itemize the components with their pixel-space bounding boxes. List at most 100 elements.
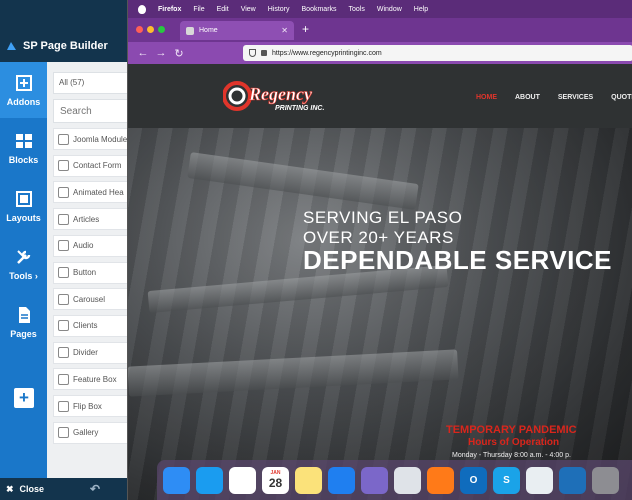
back-arrow-icon[interactable]: ←	[134, 47, 152, 59]
notes-icon[interactable]	[295, 466, 322, 494]
addon-label: Carousel	[73, 294, 106, 304]
addon-search-input[interactable]	[53, 99, 130, 123]
outlook-icon[interactable]: O	[460, 466, 487, 494]
add-page-button[interactable]: +	[14, 388, 34, 408]
skype-icon[interactable]: S	[493, 466, 520, 494]
hero-roller	[128, 349, 459, 397]
hero-line-1: SERVING EL PASO	[303, 208, 463, 227]
addon-item[interactable]: Animated Hea	[53, 181, 130, 204]
addon-item[interactable]: Feature Box	[53, 368, 130, 391]
page-icon	[18, 307, 30, 323]
stack-icon[interactable]	[361, 466, 388, 494]
logo-sub-text: PRINTING INC.	[275, 105, 324, 112]
tab-title: Home	[199, 27, 218, 34]
site-nav-about[interactable]: ABOUT	[515, 94, 540, 101]
window-icon[interactable]	[526, 466, 553, 494]
url-bar[interactable]: https://www.regencyprintinginc.com	[243, 45, 632, 61]
logo-main-text: Regency	[248, 84, 313, 104]
addon-label: Flip Box	[73, 401, 102, 411]
site-nav-services[interactable]: SERVICES	[558, 94, 593, 101]
apple-icon[interactable]	[138, 4, 146, 14]
reload-icon[interactable]: ↻	[170, 47, 188, 60]
menu-help[interactable]: Help	[414, 6, 428, 13]
forward-arrow-icon[interactable]: →	[152, 47, 170, 59]
addon-icon	[58, 427, 69, 439]
addon-icon	[58, 347, 69, 359]
addon-item[interactable]: Articles	[53, 208, 130, 231]
tab-home[interactable]: Home ✕	[180, 21, 294, 40]
tab-close-icon[interactable]: ✕	[281, 26, 288, 35]
safari-icon[interactable]	[196, 466, 223, 494]
addon-icon	[58, 320, 69, 332]
rail-item-layouts[interactable]: Layouts	[0, 178, 47, 234]
addon-icon	[58, 293, 69, 305]
addon-label: Articles	[73, 214, 100, 224]
dock-icon-glyph: S	[503, 474, 510, 486]
addon-label: Clients	[73, 321, 98, 331]
firefox-icon[interactable]	[427, 466, 454, 494]
undo-icon[interactable]: ↶	[90, 482, 100, 496]
site-nav-quote-r[interactable]: QUOTE R	[611, 94, 632, 101]
rail-item-label: Addons	[6, 97, 41, 107]
menu-file[interactable]: File	[193, 6, 204, 13]
addon-label: Joomla Module	[73, 134, 128, 144]
addon-icon	[58, 213, 69, 225]
rail-item-blocks[interactable]: Blocks	[0, 120, 47, 176]
addon-icon	[58, 133, 69, 145]
chrome-icon[interactable]	[229, 466, 256, 494]
close-button[interactable]: Close	[20, 484, 45, 494]
menu-tools[interactable]: Tools	[349, 6, 365, 13]
settings-icon[interactable]	[592, 466, 619, 494]
shield-icon[interactable]	[249, 49, 256, 57]
elephant-icon[interactable]	[394, 466, 421, 494]
addon-item[interactable]: Flip Box	[53, 395, 130, 417]
addon-item[interactable]: Carousel	[53, 288, 130, 311]
finder-icon[interactable]	[163, 466, 190, 494]
site-nav-home[interactable]: HOME	[476, 94, 497, 101]
url-text: https://www.regencyprintinginc.com	[272, 49, 382, 57]
addon-icon	[58, 160, 69, 172]
site-header: Regency PRINTING INC. HOME ABOUT SERVICES Q…	[128, 64, 632, 128]
addon-item[interactable]: Button	[53, 261, 130, 284]
new-tab-button[interactable]: +	[302, 22, 309, 36]
addon-item[interactable]: Divider	[53, 341, 130, 364]
calendar-icon[interactable]: JAN 28	[262, 466, 289, 494]
rail-item-label: Blocks	[8, 155, 39, 165]
addon-label: Feature Box	[73, 374, 117, 384]
pin-icon[interactable]	[328, 466, 355, 494]
zoom-window-icon[interactable]	[158, 26, 165, 33]
minimize-window-icon[interactable]	[147, 26, 154, 33]
close-window-icon[interactable]	[136, 26, 143, 33]
lock-icon[interactable]	[261, 50, 267, 56]
addon-item[interactable]: Clients	[53, 314, 130, 337]
spb-logo-icon	[7, 41, 16, 50]
addon-filter-dropdown[interactable]: All (57)	[53, 72, 130, 94]
regency-logo[interactable]: Regency PRINTING INC.	[223, 78, 363, 114]
spb-rail: Addons Blocks Layouts Tools › Pages	[0, 62, 47, 500]
menu-window[interactable]: Window	[377, 6, 402, 13]
notice-title: TEMPORARY PANDEMIC	[446, 424, 577, 436]
close-icon[interactable]: ✖	[6, 484, 14, 495]
addon-item[interactable]: Gallery	[53, 421, 130, 444]
rail-item-pages[interactable]: Pages	[0, 294, 47, 350]
addon-label: Divider	[73, 348, 98, 358]
rail-item-addons[interactable]: Addons	[0, 62, 47, 118]
addon-label: Audio	[73, 241, 94, 251]
menu-bookmarks[interactable]: Bookmarks	[302, 6, 337, 13]
menubar-app-name[interactable]: Firefox	[158, 6, 181, 13]
rail-item-label: Tools ›	[9, 271, 38, 281]
mac-menubar: Firefox File Edit View History Bookmarks…	[128, 0, 632, 18]
addon-item[interactable]: Audio	[53, 234, 130, 257]
rail-item-label: Pages	[10, 329, 37, 339]
spb-footer: ✖ Close ↶	[0, 478, 130, 500]
add-box-icon	[15, 75, 32, 91]
hero-headline: DEPENDABLE SERVICE	[303, 245, 613, 275]
rail-item-tools[interactable]: Tools ›	[0, 236, 47, 292]
menu-edit[interactable]: Edit	[217, 6, 229, 13]
addon-item[interactable]: Joomla Module	[53, 128, 130, 150]
vscode-icon[interactable]	[559, 466, 586, 494]
addon-item[interactable]: Contact Form	[53, 154, 130, 177]
menu-view[interactable]: View	[241, 6, 256, 13]
addon-label: Animated Hea	[73, 187, 124, 197]
menu-history[interactable]: History	[268, 6, 290, 13]
